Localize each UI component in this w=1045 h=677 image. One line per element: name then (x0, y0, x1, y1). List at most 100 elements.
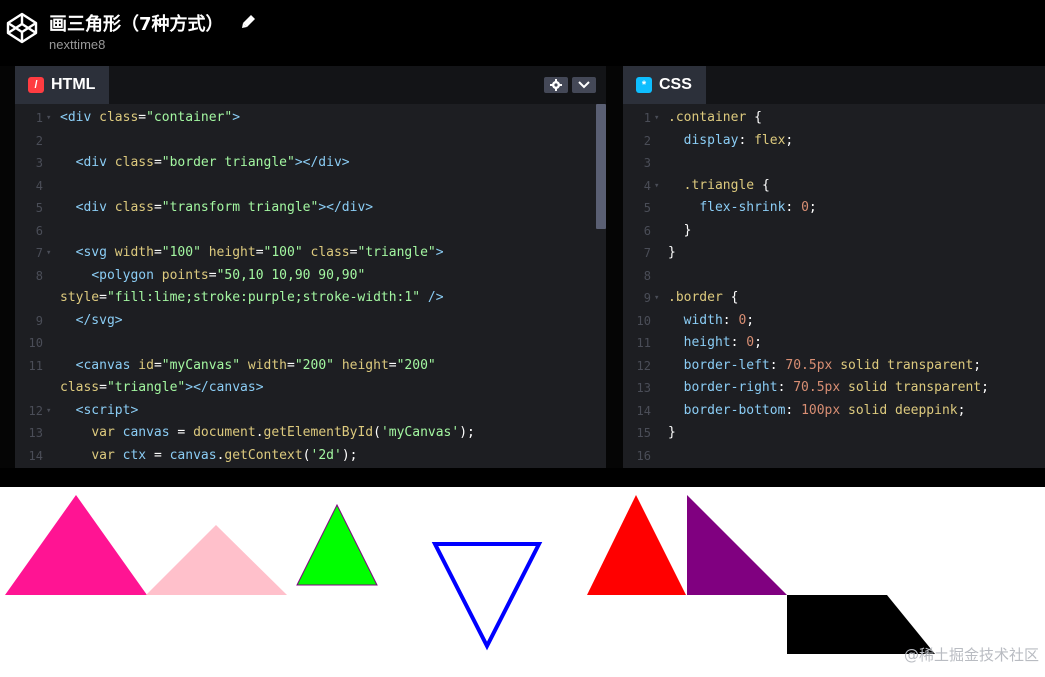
tab-css-label: CSS (659, 76, 692, 93)
code-line[interactable]: 1 ▾ <div class="container"> (15, 107, 606, 130)
code-line[interactable]: 8 <polygon points="50,10 10,90 90,90" (15, 265, 606, 288)
gear-icon (550, 79, 562, 91)
canvas-triangle (431, 542, 543, 651)
line-number: 2 (643, 133, 651, 148)
line-number: 6 (643, 223, 651, 238)
line-number: 7 (643, 246, 651, 260)
settings-button[interactable] (544, 77, 568, 93)
html-tabbar: / HTML (15, 66, 606, 104)
code-text: } (668, 222, 692, 238)
code-text: border-bottom: 100px solid deeppink; (683, 402, 966, 418)
tab-html[interactable]: / HTML (15, 66, 110, 104)
fold-arrow-icon[interactable]: ▾ (46, 107, 51, 130)
line-number: 9 (35, 313, 43, 328)
code-line[interactable]: 9 </svg> (15, 310, 606, 333)
line-number: 2 (35, 133, 43, 148)
code-text: <canvas id="myCanvas" width="200" height… (75, 357, 436, 373)
fold-arrow-icon[interactable]: ▾ (654, 107, 659, 130)
code-line[interactable]: 13 var canvas = document.getElementById(… (15, 422, 606, 445)
line-number: 9 (643, 291, 651, 305)
html-editor-pane: / HTML 1 ▾ <div class="container"> 2 3 <… (15, 66, 606, 468)
line-number: 1 (35, 111, 43, 125)
fold-arrow-icon[interactable]: ▾ (654, 175, 659, 198)
code-line[interactable]: 2 (15, 130, 606, 153)
line-number: 11 (28, 358, 43, 373)
code-text: <div class="border triangle"></div> (75, 155, 350, 170)
line-number: 1 (643, 111, 651, 125)
collapse-button[interactable] (572, 77, 596, 93)
code-line[interactable]: 3 <div class="border triangle"></div> (15, 152, 606, 175)
code-text: flex-shrink: 0; (699, 200, 817, 215)
html-editor-scrollbar[interactable] (596, 104, 606, 229)
code-line[interactable]: 13 border-right: 70.5px solid transparen… (623, 377, 1045, 400)
code-line[interactable]: 2 display: flex; (623, 130, 1045, 153)
code-line[interactable]: class="triangle"></canvas> (15, 377, 606, 400)
code-line[interactable]: 7 ▾ <svg width="100" height="100" class="… (15, 242, 606, 265)
code-line[interactable]: 12 border-left: 70.5px solid transparent… (623, 355, 1045, 378)
code-line[interactable]: 6 (15, 220, 606, 243)
transform-triangle (146, 525, 287, 595)
code-line[interactable]: 12 ▾ <script> (15, 400, 606, 423)
line-number: 13 (636, 381, 651, 395)
code-text: <script> (75, 402, 139, 418)
code-line[interactable]: 10 width: 0; (623, 310, 1045, 333)
code-text: </svg> (75, 312, 123, 328)
watermark-text: @稀土掘金技术社区 (903, 646, 1039, 664)
editor-left-gutter (0, 66, 15, 468)
author-name[interactable]: nexttime8 (49, 37, 105, 52)
line-number: 10 (636, 313, 651, 328)
line-number: 7 (35, 246, 43, 260)
fold-arrow-icon[interactable]: ▾ (654, 287, 659, 310)
code-text: <div class="container"> (60, 110, 241, 125)
css-editor-pane: * CSS 1 ▾ .container {2 display: flex; 3 4 ▾ … (623, 66, 1045, 468)
fold-arrow-icon[interactable]: ▾ (46, 400, 51, 423)
code-line[interactable]: 8 (623, 265, 1045, 288)
code-line[interactable]: 11 <canvas id="myCanvas" width="200" hei… (15, 355, 606, 378)
code-text: <polygon points="50,10 10,90 90,90" (91, 267, 366, 283)
pen-title: 画三角形（7种方式） (49, 14, 224, 35)
header-bar: 画三角形（7种方式） nexttime8 (0, 0, 1045, 66)
code-line[interactable]: 10 (15, 332, 606, 355)
code-text: display: flex; (683, 132, 794, 148)
code-line[interactable]: 15} (623, 422, 1045, 445)
code-line[interactable]: 1 ▾ .container { (623, 107, 1045, 130)
code-line[interactable]: 3 (623, 152, 1045, 175)
code-text: .container { (668, 110, 762, 125)
code-line[interactable]: 6 } (623, 220, 1045, 243)
code-text: border-left: 70.5px solid transparent; (683, 357, 982, 373)
pane-resizer[interactable] (606, 66, 623, 468)
code-line[interactable]: 4 ▾ .triangle { (623, 175, 1045, 198)
code-text: <div class="transform triangle"></div> (75, 200, 374, 215)
line-number: 15 (636, 426, 651, 440)
code-line[interactable]: 5 <div class="transform triangle"></div> (15, 197, 606, 220)
code-line[interactable]: 4 (15, 175, 606, 198)
code-line[interactable]: 7} (623, 242, 1045, 265)
editor-resize-bar[interactable] (0, 468, 1045, 487)
code-line[interactable]: 11 height: 0; (623, 332, 1045, 355)
fold-arrow-icon[interactable]: ▾ (46, 242, 51, 265)
line-number: 8 (643, 268, 651, 283)
pencil-edit-icon[interactable] (240, 12, 258, 30)
code-line[interactable]: style="fill:lime;stroke:purple;stroke-wi… (15, 287, 606, 310)
line-number: 4 (643, 178, 651, 193)
line-number: 8 (35, 268, 43, 283)
line-number: 13 (28, 426, 43, 440)
gradient-triangle (687, 495, 787, 595)
code-line[interactable]: 14 var ctx = canvas.getContext('2d'); (15, 445, 606, 468)
line-number: 3 (35, 156, 43, 170)
codepen-logo-icon[interactable] (5, 11, 39, 45)
code-text: style="fill:lime;stroke:purple;stroke-wi… (60, 290, 444, 305)
tab-css[interactable]: * CSS (623, 66, 706, 104)
css-code-editor[interactable]: 1 ▾ .container {2 display: flex; 3 4 ▾ .trian… (623, 107, 1045, 467)
line-number: 10 (28, 336, 43, 350)
line-number: 5 (35, 201, 43, 215)
svg-triangle (296, 503, 378, 586)
result-preview: @稀土掘金技术社区 (0, 487, 1045, 673)
code-line[interactable]: 5 flex-shrink: 0; (623, 197, 1045, 220)
code-line[interactable]: 14 border-bottom: 100px solid deeppink; (623, 400, 1045, 423)
code-line[interactable]: 16 (623, 445, 1045, 468)
html-panel-controls (544, 77, 596, 93)
chevron-down-icon (578, 81, 590, 89)
code-line[interactable]: 9 ▾ .border { (623, 287, 1045, 310)
html-code-editor[interactable]: 1 ▾ <div class="container"> 2 3 <div class="… (15, 107, 606, 467)
